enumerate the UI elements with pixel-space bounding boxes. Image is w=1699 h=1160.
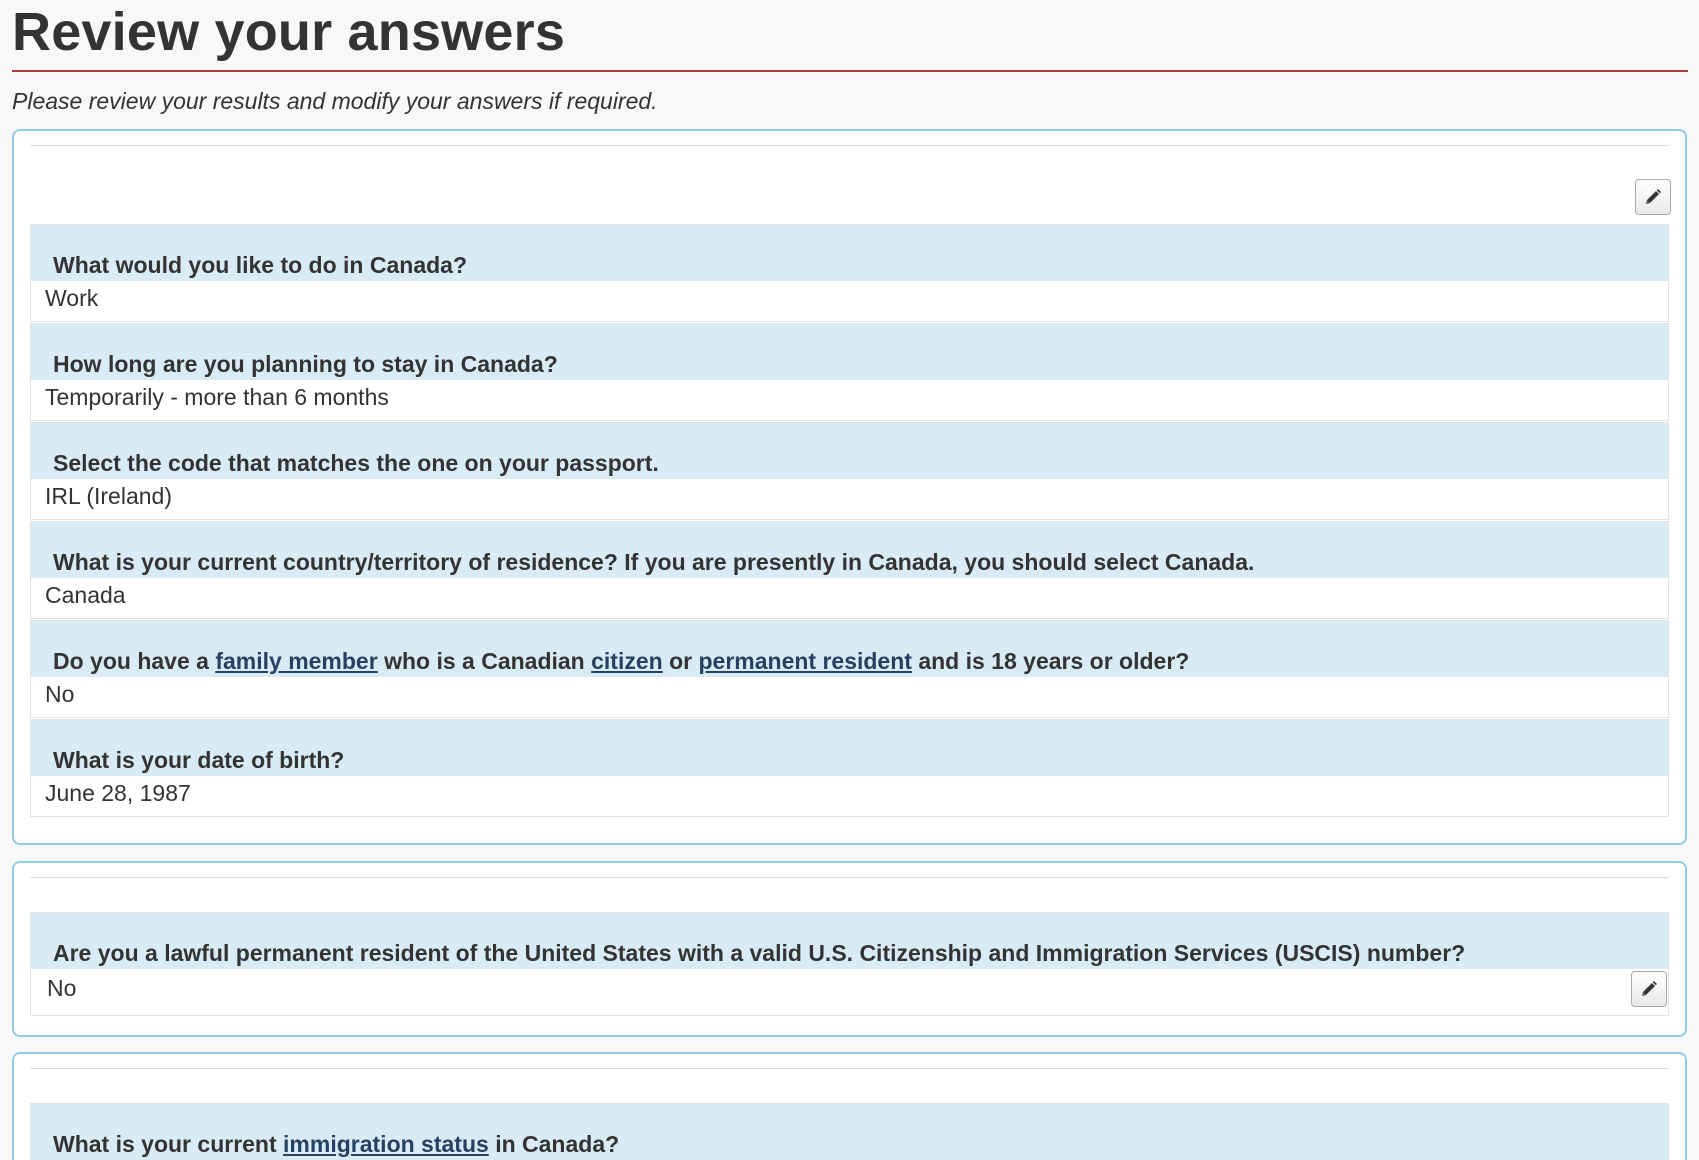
question-item: What is your date of birth? June 28, 198… [30,719,1669,817]
question-text: Do you have a [53,648,216,674]
question-label: How long are you planning to stay in Can… [31,324,1668,380]
edit-button-panel-2[interactable] [1631,971,1667,1007]
title-divider [12,70,1688,72]
pencil-icon [1646,189,1661,204]
panel-divider [30,877,1669,878]
pencil-icon [1642,981,1657,996]
answers-panel-3: What is your current immigration status … [12,1052,1687,1160]
question-item: What is your current country/territory o… [30,521,1669,619]
panel-divider [30,145,1669,146]
question-label: What is your date of birth? [31,720,1668,776]
question-label: Select the code that matches the one on … [31,423,1668,479]
page-title: Review your answers [12,2,566,62]
family-member-link[interactable]: family member [215,648,377,674]
question-text: What is your current [53,1131,284,1157]
edit-button-panel-1[interactable] [1635,179,1671,215]
answer-value: IRL (Ireland) [31,479,1668,519]
answers-panel-2: Are you a lawful permanent resident of t… [12,861,1687,1037]
question-label: Are you a lawful permanent resident of t… [31,913,1668,969]
question-item: Are you a lawful permanent resident of t… [30,912,1669,1016]
citizen-link[interactable]: citizen [591,648,663,674]
answer-value: Work [31,281,1668,321]
question-label: What is your current country/territory o… [31,522,1668,578]
question-item: Do you have a family member who is a Can… [30,620,1669,718]
question-label: What would you like to do in Canada? [31,225,1668,281]
intro-text: Please review your results and modify yo… [12,88,658,114]
permanent-resident-link[interactable]: permanent resident [698,648,911,674]
question-text: in Canada? [488,1131,620,1157]
question-item: How long are you planning to stay in Can… [30,323,1669,421]
question-item: Select the code that matches the one on … [30,422,1669,520]
question-label: What is your current immigration status … [31,1104,1668,1160]
answer-value: No [31,677,1668,717]
answer-value: Temporarily - more than 6 months [31,380,1668,420]
answer-value: No [31,969,1668,1015]
question-item: What would you like to do in Canada? Wor… [30,224,1669,322]
page: Review your answers Please review your r… [0,0,1699,1160]
immigration-status-link[interactable]: immigration status [283,1131,489,1157]
answers-panel-1: What would you like to do in Canada? Wor… [12,129,1687,845]
panel-divider [30,1068,1669,1069]
question-label: Do you have a family member who is a Can… [31,621,1668,677]
question-item: What is your current immigration status … [30,1103,1669,1160]
question-text: or [662,648,699,674]
answer-value: Canada [31,578,1668,618]
answer-value: June 28, 1987 [31,776,1668,816]
question-text: and is 18 years or older? [911,648,1190,674]
question-text: who is a Canadian [377,648,592,674]
